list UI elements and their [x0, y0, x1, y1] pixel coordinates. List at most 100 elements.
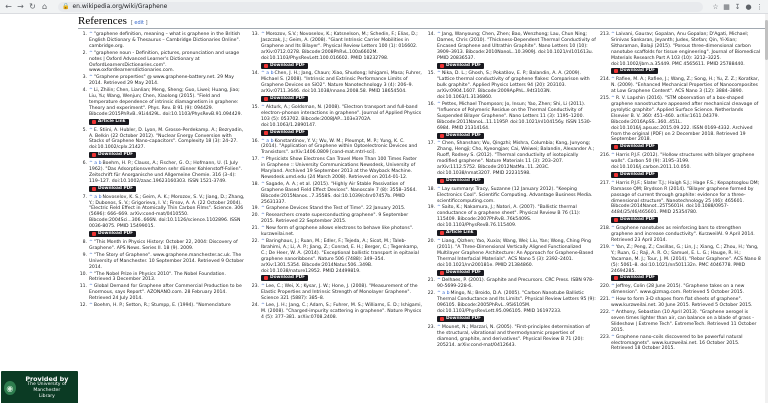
reference-text[interactable]: Saito, K.; Nakamura, J.; Natori, A. (200…: [437, 205, 580, 228]
reference-text[interactable]: "The Story of Graphene". www.graphene.ma…: [89, 253, 244, 270]
download-pdf-button[interactable]: Download PDF: [437, 315, 485, 322]
backlink-caret[interactable]: ^: [437, 278, 441, 283]
reference-text[interactable]: Lee, J. H.; Jang, C.; Adam, S.; Fuhrer, …: [261, 303, 422, 320]
reference-text[interactable]: Pettes, Michael Thompson; Jo, Insun; Yao…: [437, 102, 591, 131]
reference-text[interactable]: Jang, Wanyoung; Chen, Zhen; Bao, Wenzhon…: [437, 32, 596, 61]
backlink-caret[interactable]: ^: [261, 284, 265, 289]
reference-text[interactable]: New form of graphene allows electrons to…: [261, 226, 413, 237]
backlink-caret[interactable]: ^: [261, 226, 265, 231]
reference-text[interactable]: Konstantinov, Y. V.; Wu, W. M.; Pleumpt,…: [261, 139, 417, 156]
reference-text[interactable]: Researchers create superconducting graph…: [261, 213, 408, 224]
reference-text[interactable]: Mounet, N.; Marzari, N. (2005). "First-p…: [437, 325, 590, 348]
backlink-caret[interactable]: ^: [89, 51, 93, 56]
backlink-caret[interactable]: ^: [611, 96, 615, 101]
home-icon[interactable]: ⌂: [40, 2, 49, 11]
reference-text[interactable]: Graphene nanotubes as reinforcing bars t…: [611, 226, 755, 243]
download-pdf-button[interactable]: Download PDF: [261, 275, 309, 282]
reference-text[interactable]: Nika, D. L.; Ghosh, S.; Pokatilov, E. P.…: [437, 71, 590, 100]
backlink-caret[interactable]: ^: [437, 205, 441, 210]
backlink-caret[interactable]: ^: [611, 335, 615, 340]
backlink-caret[interactable]: ^: [437, 239, 441, 244]
profile-icon[interactable]: ●: [744, 2, 753, 11]
reference-text[interactable]: Harris P.J.F. (2012). "Hollow structures…: [611, 153, 754, 170]
provider-badge[interactable]: ◉ Provided by The University of Manchest…: [1, 371, 78, 403]
download-pdf-button[interactable]: Download PDF: [611, 68, 659, 75]
backlink-caret[interactable]: ^: [89, 240, 93, 245]
reference-text[interactable]: Global Demand for Graphene after Commerc…: [89, 284, 242, 301]
reference-text[interactable]: Lee, C.; Wei, X.; Kysar, J. W.; Hone, J.…: [261, 284, 418, 301]
backlink-caret[interactable]: ^: [261, 157, 265, 162]
backlink-caret[interactable]: ^: [611, 245, 615, 250]
backlink-caret[interactable]: ^: [89, 284, 93, 289]
backlink-caret[interactable]: ^: [261, 32, 265, 37]
back-icon[interactable]: ←: [4, 2, 13, 11]
reference-text[interactable]: Anthony, Sebastian (10 April 2013). "Gra…: [611, 310, 756, 333]
backlink-caret[interactable]: ^: [89, 128, 93, 133]
forward-icon[interactable]: →: [16, 2, 25, 11]
download-pdf-button[interactable]: Download PDF: [611, 144, 659, 151]
backlink-caret[interactable]: ^: [89, 32, 93, 37]
reference-text[interactable]: E. Stiini, A. Hubler, D. Lyon, M. Grosse…: [89, 128, 243, 151]
download-pdf-button[interactable]: Download PDF: [437, 177, 485, 184]
reference-text[interactable]: Boehm, H. P.; Clauss, A.; Fischer, G. O.…: [89, 161, 242, 184]
download-pdf-button[interactable]: Download PDF: [89, 152, 137, 159]
reference-text[interactable]: "The Nobel Prize in Physics 2010". The N…: [89, 272, 226, 283]
backlink-caret[interactable]: ^: [437, 141, 441, 146]
reference-text[interactable]: "Graphene properties" @ www.graphene-bat…: [89, 75, 234, 86]
backlink-caret[interactable]: ^ a b: [437, 291, 450, 296]
reference-text[interactable]: Novoselov, K. S.; Geim, A. K.; Morozov, …: [89, 195, 245, 230]
download-pdf-button[interactable]: Download PDF: [437, 62, 485, 69]
reference-text[interactable]: Liang, Qizhen; Yao, Xuxia; Wang, Wei; Li…: [437, 239, 593, 268]
reference-text[interactable]: Rafiee, M. A.; Rafiee, J.; Wang, Z.; Son…: [611, 77, 759, 94]
download-pdf-button[interactable]: Download PDF: [611, 275, 659, 282]
backlink-caret[interactable]: ^: [611, 32, 615, 37]
star-icon[interactable]: ☆: [711, 2, 720, 11]
download-pdf-button[interactable]: Download PDF: [89, 231, 137, 238]
reference-text[interactable]: Physicists Show Electrons Can Travel Mor…: [261, 157, 417, 180]
backlink-caret[interactable]: ^ a b: [261, 71, 274, 76]
reference-text[interactable]: Baringhaus, J.; Ruan, M.; Edler, F.; Tej…: [261, 239, 419, 274]
download-icon[interactable]: ↧: [733, 2, 742, 11]
backlink-caret[interactable]: ^: [261, 182, 265, 187]
article-link-button[interactable]: Article Link: [89, 118, 129, 125]
download-pdf-button[interactable]: Download PDF: [437, 269, 485, 276]
reference-text[interactable]: Graphene Devices Stand the Test of Time"…: [266, 206, 406, 211]
backlink-caret[interactable]: ^: [261, 213, 265, 218]
reference-text[interactable]: How to form 3-D shapes from flat sheets …: [611, 297, 752, 308]
reload-icon[interactable]: ↻: [28, 2, 37, 11]
edit-link[interactable]: edit: [134, 20, 144, 26]
backlink-caret[interactable]: ^ a b: [89, 161, 102, 166]
reference-text[interactable]: Li, Zhilin; Chen, Lianlian; Meng, Sheng;…: [89, 88, 242, 117]
download-pdf-button[interactable]: Download PDF: [89, 185, 137, 192]
reference-text[interactable]: Akturk, A.; Goldsman, N. (2008). "Electr…: [261, 105, 421, 128]
backlink-caret[interactable]: ^: [437, 187, 441, 192]
reference-text[interactable]: Jeffrey, Colin (28 June 2015). "Graphene…: [611, 284, 744, 295]
reference-text[interactable]: Yan, Z.; Peng, Z.; Casillas, G.; Lin, J.…: [611, 245, 761, 274]
download-pdf-button[interactable]: Download PDF: [611, 171, 659, 178]
reference-text[interactable]: Laivani, Gaurav; Gopalan, Anu Gopalan; D…: [611, 32, 760, 67]
backlink-caret[interactable]: ^: [611, 181, 615, 186]
backlink-caret[interactable]: ^: [261, 303, 265, 308]
backlink-caret[interactable]: ^: [611, 153, 615, 158]
backlink-caret[interactable]: ^: [89, 303, 93, 308]
menu-icon[interactable]: ⋮: [755, 2, 764, 11]
backlink-caret[interactable]: ^: [261, 239, 265, 244]
reference-text[interactable]: "This Month in Physics History: October …: [89, 240, 238, 251]
backlink-caret[interactable]: ^: [437, 71, 441, 76]
reference-text[interactable]: Sagade, A. A.; et al. (2015). "Highly Ai…: [261, 182, 417, 205]
reference-text[interactable]: Delhaes, P. (2001). Graphite and Precurs…: [437, 278, 594, 289]
backlink-caret[interactable]: ^: [261, 105, 265, 110]
reference-text[interactable]: "graphene definition, meaning – what is …: [89, 32, 240, 49]
backlink-caret[interactable]: ^: [89, 88, 93, 93]
reference-text[interactable]: Chen, J. H.; Jang, Chaun; Xiao, Shudong;…: [261, 71, 422, 94]
address-bar[interactable]: 🔒 en.wikipedia.org/wiki/Graphene: [58, 1, 703, 12]
backlink-caret[interactable]: ^: [261, 206, 265, 211]
article-link-button[interactable]: Article Link: [437, 230, 477, 237]
reference-text[interactable]: Graphene nano-coils discovered to be pow…: [611, 335, 743, 352]
backlink-caret[interactable]: ^: [437, 32, 441, 37]
reference-text[interactable]: Mingo, N.; Broido, D.A. (2005). "Carbon …: [437, 291, 596, 314]
reference-text[interactable]: "graphene noun - Definition, pictures, p…: [89, 51, 239, 74]
backlink-caret[interactable]: ^: [611, 226, 615, 231]
reference-text[interactable]: Chen, Shanshan; Wu, Qingzhi; Mishra, Col…: [437, 141, 594, 176]
reference-text[interactable]: Boehm, H. P.; Setton, R.; Stumpp, E. (19…: [94, 303, 231, 308]
